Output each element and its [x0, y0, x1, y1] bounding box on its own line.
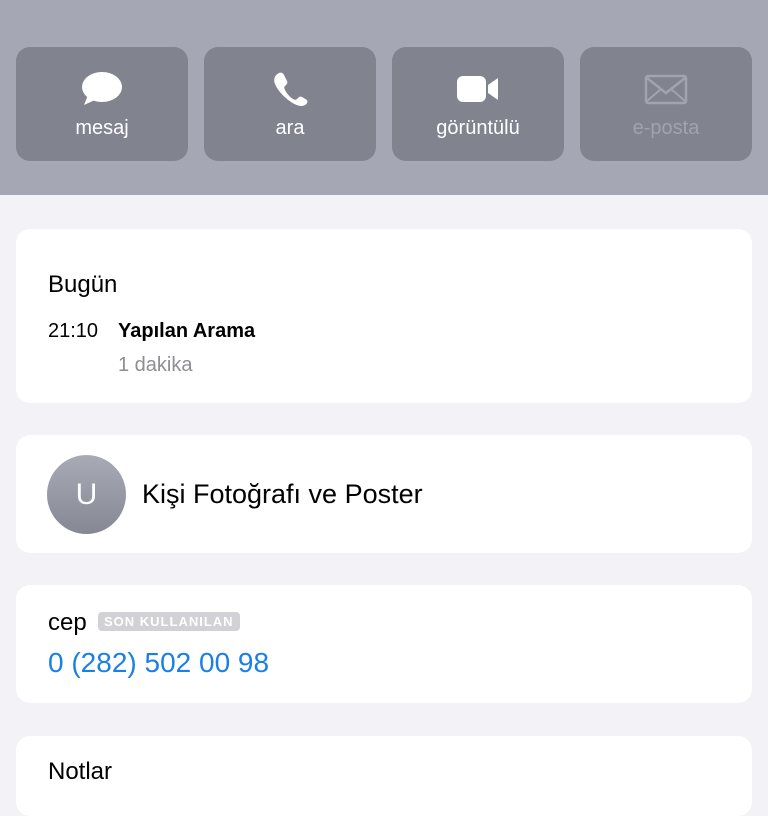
message-label: mesaj	[75, 117, 129, 139]
last-used-badge: SON KULLANILAN	[98, 612, 240, 631]
call-button[interactable]: ara	[204, 47, 376, 161]
contact-photo-poster-row[interactable]: U Kişi Fotoğrafı ve Poster	[16, 435, 752, 553]
contact-header: mesaj ara görüntülü e-posta	[0, 0, 768, 195]
notes-label: Notlar	[48, 758, 113, 785]
avatar: U	[47, 455, 126, 534]
recent-calls-card: Bugün 21:10 Yapılan Arama 1 dakika	[16, 229, 752, 403]
recent-call-type: Yapılan Arama	[118, 320, 256, 342]
recent-call-time: 21:10	[48, 320, 99, 342]
recent-call-duration: 1 dakika	[118, 354, 193, 376]
message-button[interactable]: mesaj	[16, 47, 188, 161]
phone-type-label: cep	[48, 609, 87, 636]
phone-icon	[204, 71, 376, 107]
phone-number-link[interactable]: 0 (282) 502 00 98	[48, 647, 269, 679]
email-label: e-posta	[632, 117, 700, 139]
video-call-label: görüntülü	[436, 117, 520, 139]
notes-card[interactable]: Notlar	[16, 736, 752, 816]
call-label: ara	[275, 117, 305, 139]
video-camera-icon	[392, 71, 564, 107]
email-button[interactable]: e-posta	[580, 47, 752, 161]
envelope-icon	[580, 71, 752, 107]
video-call-button[interactable]: görüntülü	[392, 47, 564, 161]
avatar-initial: U	[75, 477, 98, 511]
contact-photo-poster-label: Kişi Fotoğrafı ve Poster	[142, 479, 423, 509]
recent-day-heading: Bugün	[48, 271, 118, 298]
message-bubble-icon	[16, 71, 188, 107]
phone-number-card[interactable]: cep SON KULLANILAN 0 (282) 502 00 98	[16, 585, 752, 703]
